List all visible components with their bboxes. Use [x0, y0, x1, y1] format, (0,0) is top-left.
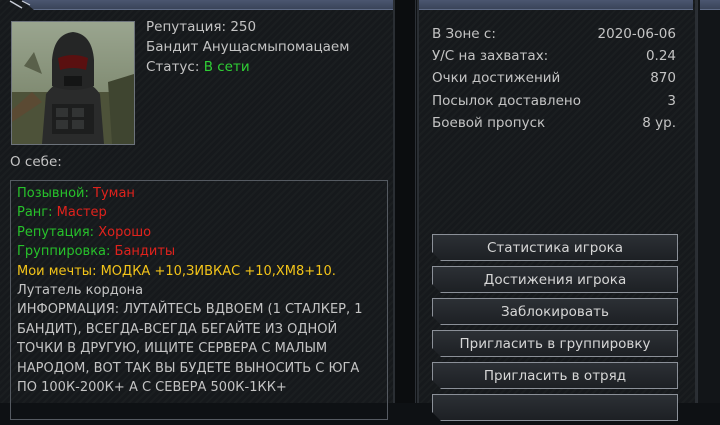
panel-divider	[395, 0, 416, 403]
player-name: Бандит Анущасмыпомацаем	[146, 39, 350, 55]
rank-label: Ранг:	[17, 205, 53, 221]
rank-value: Мастер	[56, 205, 107, 221]
invite-squad-button[interactable]: Пригласить в отряд	[432, 362, 678, 389]
pin-icon	[9, 0, 31, 9]
avatar	[11, 21, 135, 145]
stat-value: 870	[650, 70, 676, 87]
callsign-label: Позывной:	[17, 186, 89, 201]
bio-callsign: Позывной: Туман	[17, 184, 381, 203]
callsign-value: Туман	[93, 186, 135, 201]
stat-value: 2020-06-06	[597, 26, 676, 42]
stat-label: В Зоне с:	[432, 26, 496, 42]
stat-label: Очки достижений	[432, 70, 561, 87]
stats-list: В Зоне с: 2020-06-06 У/С на захватах: 0.…	[432, 23, 676, 134]
stat-row: У/С на захватах: 0.24	[432, 45, 676, 67]
stat-row: Очки достижений 870	[432, 67, 676, 89]
stat-row: Посылок доставлено 3	[432, 90, 676, 112]
bio-reputation-label: Репутация:	[17, 224, 95, 240]
stat-label: У/С на захватах:	[432, 48, 549, 65]
side-header-bar	[700, 0, 720, 10]
stat-row: Боевой пропуск 8 ур.	[432, 112, 676, 134]
stat-value: 0.24	[645, 48, 676, 65]
faction-value: Бандиты	[114, 244, 176, 260]
stat-label: Посылок доставлено	[432, 92, 581, 109]
invite-faction-button[interactable]: Пригласить в группировку	[432, 330, 678, 357]
about-label: О себе:	[10, 154, 62, 170]
faction-label: Группировка:	[17, 244, 111, 260]
status-label: Статус:	[146, 59, 200, 75]
bio-rank: Ранг: Мастер	[17, 203, 381, 222]
bio-faction: Группировка: Бандиты	[17, 242, 381, 261]
player-achievements-button[interactable]: Достижения игрока	[432, 266, 678, 293]
stat-value: 3	[667, 92, 676, 109]
scroll-gutter	[697, 0, 720, 403]
status-badge: В сети	[203, 59, 250, 75]
block-button[interactable]: Заблокировать	[432, 298, 678, 325]
bio-dreams: Мои мечты: МОДКА +10,ЗИВКАС +10,ХМ8+10.	[17, 263, 336, 279]
stat-row: В Зоне с: 2020-06-06	[432, 23, 676, 45]
player-stats-button[interactable]: Статистика игрока	[432, 234, 678, 261]
next-button-partial[interactable]	[432, 394, 678, 421]
bio-reputation: Репутация: Хорошо	[17, 223, 381, 242]
stat-label: Боевой пропуск	[432, 114, 546, 131]
bio-info: ИНФОРМАЦИЯ: ЛУТАЙТЕСЬ ВДВОЕМ (1 СТАЛКЕР,…	[17, 302, 363, 396]
stat-value: 8 ур.	[642, 114, 676, 131]
status-line: Статус: В сети	[146, 57, 349, 77]
stats-header-bar	[419, 0, 693, 10]
profile-info: Репутация: 250 Бандит Анущасмыпомацаем С…	[146, 17, 349, 77]
bio-reputation-value: Хорошо	[98, 224, 152, 240]
bio-box: Позывной: Туман Ранг: Мастер Репутация: …	[10, 180, 388, 420]
reputation-text: Репутация: 250	[146, 19, 257, 35]
bio-looter: Лутатель кордона	[17, 283, 144, 299]
profile-header-bar	[22, 0, 393, 10]
